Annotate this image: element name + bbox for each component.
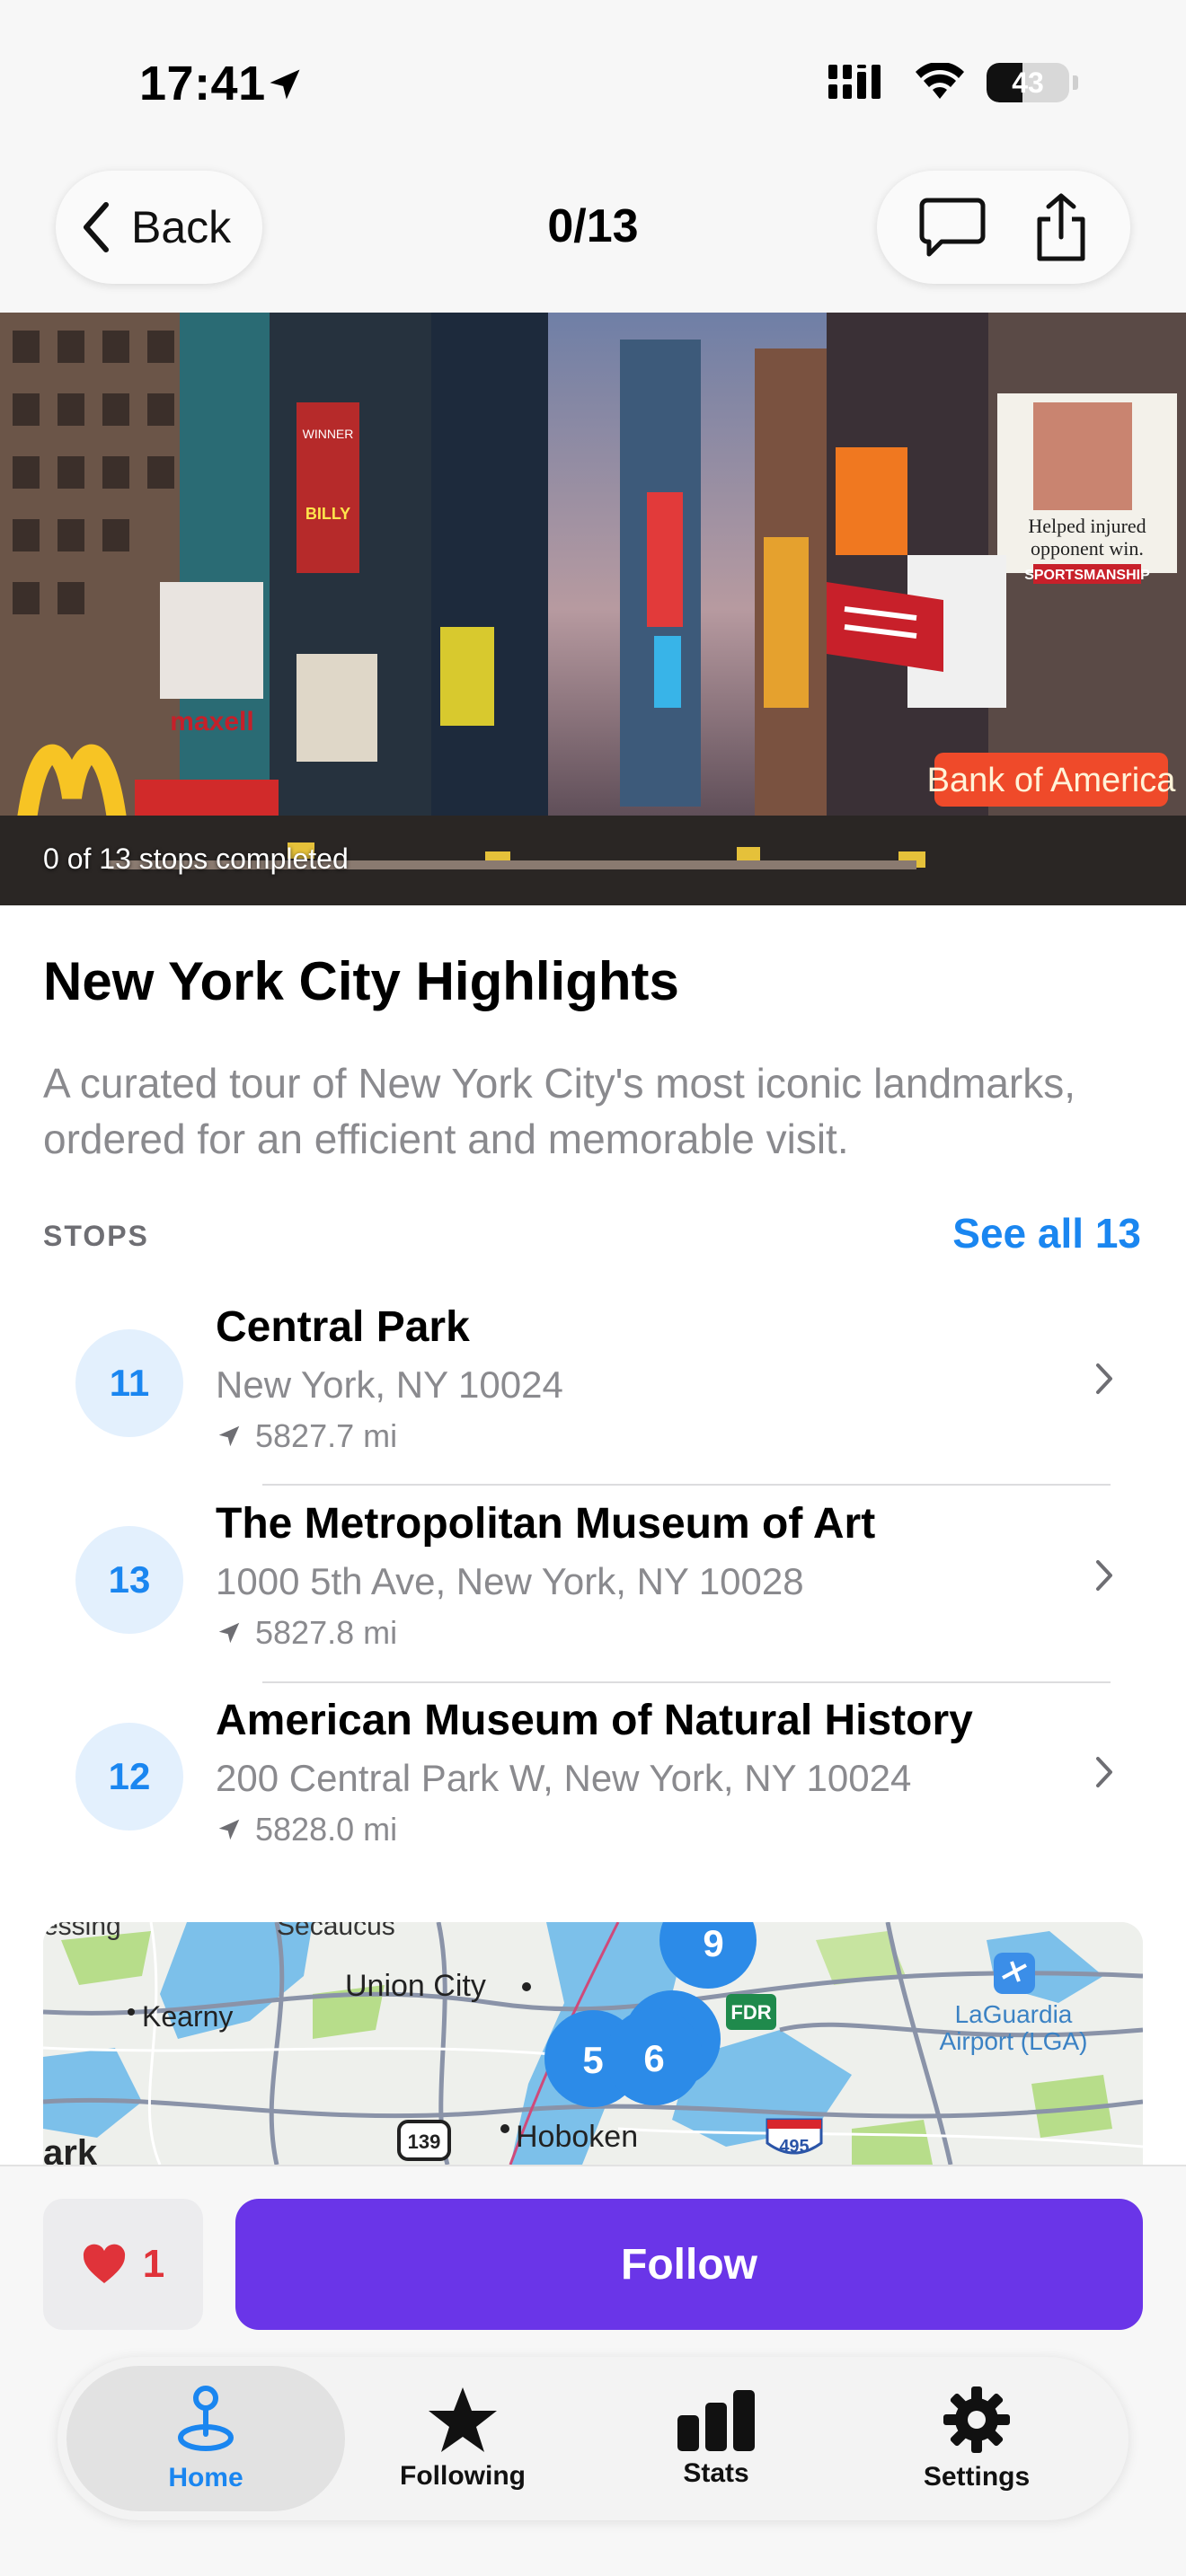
map-label: Hoboken [516,2120,638,2154]
status-bar: 17:41 43 [0,0,1186,171]
tour-title: New York City Highlights [43,951,679,1011]
stop-distance-value: 5828.0 mi [255,1811,398,1848]
tab-bar: Home Following Stats Settings [58,2357,1128,2520]
stop-number-badge: 12 [75,1723,183,1831]
tab-stats[interactable]: Stats [577,2366,855,2511]
stop-name: American Museum of Natural History [216,1697,973,1744]
stop-distance: 5827.7 mi [216,1417,397,1455]
map-pin-icon [178,2386,234,2451]
location-arrow-icon [218,1819,240,1840]
billboard-text-1: Helped injured [1028,515,1146,537]
cellular-signal-icon [828,65,881,99]
billboard-text-2: opponent win. [1031,537,1144,560]
map-label: Secaucus [277,1922,395,1941]
battery-icon: 43 [987,63,1069,102]
route-badge: 139 [408,2130,441,2153]
location-arrow-icon [218,1425,240,1447]
bar-chart-icon [677,2390,755,2451]
share-icon[interactable] [1032,192,1090,262]
stop-distance: 5828.0 mi [216,1811,397,1848]
map-pin-label: 5 [582,2039,603,2081]
battery-level: 43 [1012,66,1044,99]
stop-distance: 5827.8 mi [216,1614,397,1652]
like-count: 1 [142,2242,165,2286]
like-button[interactable]: 1 [43,2199,203,2330]
comment-icon[interactable] [918,195,987,260]
location-arrow-icon [218,1622,240,1644]
stop-distance-value: 5827.8 mi [255,1614,398,1651]
stop-row[interactable]: 13 The Metropolitan Museum of Art 1000 5… [0,1486,1186,1682]
divider [262,1484,1111,1486]
tab-label: Settings [923,2462,1031,2492]
billboard-text-3: SPORTSMANSHIP [1024,568,1150,583]
map-label: LaGuardia [955,2000,1073,2028]
stop-address: New York, NY 10024 [216,1363,563,1406]
map-label: essing [43,1922,121,1941]
stop-address: 1000 5th Ave, New York, NY 10028 [216,1560,804,1602]
wifi-icon [916,63,964,99]
stop-row[interactable]: 11 Central Park New York, NY 10024 5827.… [0,1290,1186,1486]
status-time: 17:41 [139,57,266,110]
tab-label: Stats [683,2458,749,2488]
stop-row[interactable]: 12 American Museum of Natural History 20… [0,1683,1186,1879]
billboard-bank: Bank of America [927,762,1177,799]
map-pin-label: 9 [703,1922,723,1964]
tour-map[interactable]: essing Secaucus Union City Kearny Hoboke… [43,1922,1143,2165]
tab-label: Home [168,2463,243,2492]
see-all-stops-link[interactable]: See all 13 [952,1209,1141,1257]
chevron-right-icon [1096,1560,1112,1591]
tour-description: A curated tour of New York City's most i… [43,1060,1076,1162]
actions-pill [877,171,1130,284]
tour-hero-image: Helped injured opponent win. SPORTSMANSH… [0,313,1186,905]
tab-label: Following [400,2461,526,2491]
star-icon [429,2387,497,2452]
progress-caption: 0 of 13 stops completed [43,842,349,875]
stop-address: 200 Central Park W, New York, NY 10024 [216,1757,912,1799]
bottom-panel: 1 Follow Home Following Stats Settings [0,2165,1186,2576]
route-badge: FDR [730,2001,771,2024]
stop-number-badge: 13 [75,1526,183,1634]
billboard-maxell: maxell [170,707,253,737]
gear-icon [943,2386,1010,2453]
billboard-billy: BILLY [305,505,350,523]
map-label: Airport (LGA) [940,2027,1088,2055]
chevron-right-icon [1096,1363,1112,1394]
route-badge: 495 [779,2137,809,2157]
heart-icon [83,2244,125,2283]
map-pin-label: 6 [643,2037,664,2079]
map-label: Kearny [142,2000,233,2033]
navigation-bar: Back 0/13 [0,162,1186,314]
stop-distance-value: 5827.7 mi [255,1417,398,1454]
stop-name: The Metropolitan Museum of Art [216,1500,876,1548]
chevron-right-icon [1096,1757,1112,1787]
tab-home[interactable]: Home [66,2366,345,2511]
tab-following[interactable]: Following [323,2366,602,2511]
status-indicators: 43 [828,63,1078,102]
stop-number-badge: 11 [75,1329,183,1437]
tab-settings[interactable]: Settings [837,2366,1116,2511]
stop-name: Central Park [216,1303,470,1351]
follow-button[interactable]: Follow [235,2199,1143,2330]
stops-section-label: STOPS [43,1220,149,1252]
map-label: Union City [345,1969,486,2003]
map-label: ark [43,2133,98,2165]
location-arrow-icon [270,69,300,100]
billboard-winner: WINNER [303,427,354,441]
